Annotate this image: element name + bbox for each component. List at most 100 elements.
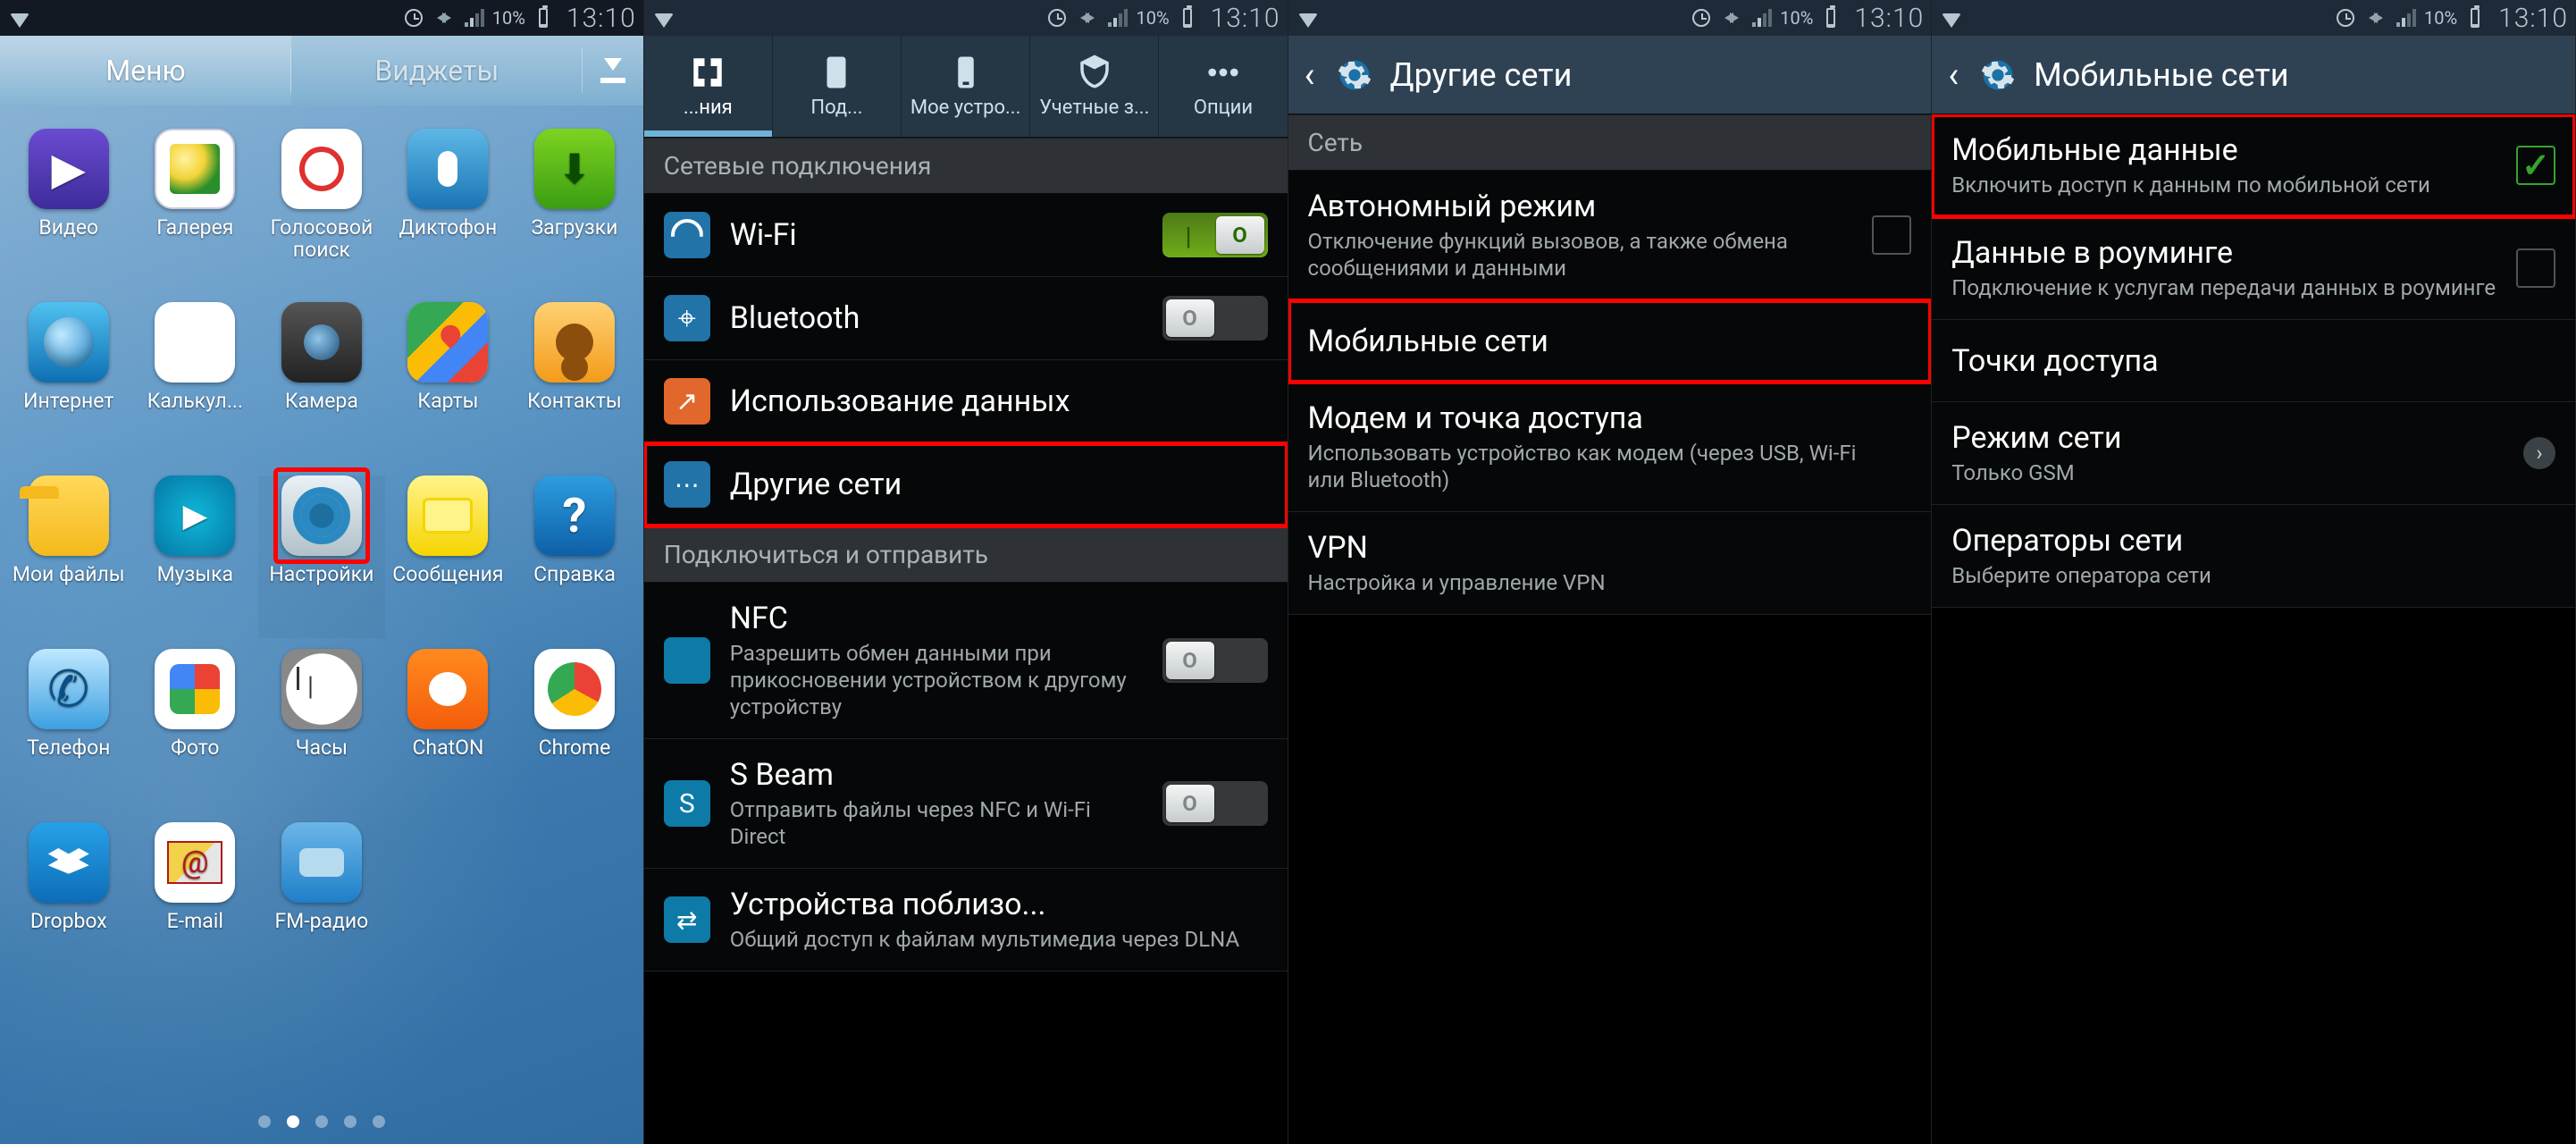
- app-chaton[interactable]: ChatON: [385, 649, 512, 812]
- bluetooth-icon: ⌖: [664, 295, 710, 341]
- settings-list[interactable]: Мобильные данныеВключить доступ к данным…: [1932, 114, 2575, 1144]
- toggle[interactable]: [1162, 296, 1268, 341]
- row-nearby[interactable]: Устройства поблизо...Общий доступ к файл…: [644, 869, 1288, 972]
- app-gallery[interactable]: Галерея: [132, 129, 259, 291]
- voice-search-icon: [281, 129, 362, 209]
- row-more-networks[interactable]: ⋯Другие сети: [644, 443, 1288, 526]
- row-subtitle: Отправить файлы через NFC и Wi-Fi Direct: [730, 796, 1143, 850]
- app-voice-search[interactable]: Голосовой поиск: [258, 129, 385, 291]
- row-title: Модем и точка доступа: [1308, 400, 1892, 436]
- alarm-icon: [2333, 5, 2358, 30]
- row-title: VPN: [1308, 530, 1892, 566]
- row-operators[interactable]: Операторы сетиВыберите оператора сети: [1932, 505, 2575, 608]
- battery-pct: 10%: [1780, 7, 1813, 29]
- tab-label: ...ния: [684, 97, 733, 119]
- app-fm-radio[interactable]: FM-радио: [258, 822, 385, 985]
- clock: 13:10: [1211, 3, 1280, 34]
- tab-downloads-shortcut[interactable]: [583, 36, 643, 105]
- settings-tab-my-device[interactable]: Мое устро...: [902, 36, 1030, 137]
- download-icon: [597, 55, 629, 87]
- row-title: Другие сети: [730, 467, 1248, 502]
- signal-icon: [462, 5, 487, 30]
- settings-tab-connections[interactable]: ...ния: [644, 36, 773, 137]
- row-bluetooth[interactable]: ⌖Bluetooth: [644, 277, 1288, 360]
- screen-app-drawer: 10% 13:10 Меню Виджеты ВидеоГалереяГолос…: [0, 0, 644, 1144]
- s-beam-icon: [664, 780, 710, 827]
- app-settings[interactable]: Настройки: [258, 475, 385, 638]
- back-icon[interactable]: ‹: [1305, 54, 1319, 96]
- internet-icon: [29, 302, 109, 383]
- alarm-icon: [401, 5, 426, 30]
- app-camera[interactable]: Камера: [258, 302, 385, 465]
- app-label: Галерея: [156, 216, 233, 256]
- app-messages[interactable]: Сообщения: [385, 475, 512, 638]
- row-subtitle: Общий доступ к файлам мультимедиа через …: [730, 926, 1248, 953]
- tab-label: Учетные з...: [1039, 97, 1149, 119]
- checkbox[interactable]: [2516, 146, 2555, 185]
- app-music[interactable]: Музыка: [132, 475, 259, 638]
- app-label: Загрузки: [532, 216, 618, 256]
- screen-settings-root: 10% 13:10 ...ния Под...Мое устро... Учетны…: [644, 0, 1288, 1144]
- row-tethering[interactable]: Модем и точка доступа Использовать устрой…: [1288, 383, 1932, 512]
- row-vpn[interactable]: VPN Настройка и управление VPN: [1288, 512, 1932, 615]
- row-subtitle: Подключение к услугам передачи данных в …: [1951, 274, 2496, 301]
- settings-list[interactable]: Сетевые подключения Wi-Fi⌖Bluetooth Испол…: [644, 138, 1288, 1144]
- row-mobile-data[interactable]: Мобильные данныеВключить доступ к данным…: [1932, 114, 2575, 217]
- section-network: Сетевые подключения: [644, 138, 1288, 194]
- row-airplane-mode[interactable]: Автономный режимОтключение функций вызов…: [1288, 171, 1932, 300]
- app-calculator[interactable]: Калькул...: [132, 302, 259, 465]
- gear-icon: [1331, 52, 1378, 98]
- alarm-icon: [1689, 5, 1714, 30]
- wifi-icon: [1296, 5, 1321, 30]
- toggle[interactable]: [1162, 213, 1268, 257]
- app-internet[interactable]: Интернет: [5, 302, 132, 465]
- row-subtitle: Использовать устройство как модем (через…: [1308, 440, 1892, 493]
- app-photos[interactable]: Фото: [132, 649, 259, 812]
- app-dropbox[interactable]: Dropbox: [5, 822, 132, 985]
- app-downloads[interactable]: Загрузки: [511, 129, 638, 291]
- settings-list[interactable]: Сеть Автономный режимОтключение функций …: [1288, 114, 1932, 1144]
- row-apn[interactable]: Точки доступа: [1932, 320, 2575, 402]
- settings-tab-device[interactable]: Под...: [773, 36, 902, 137]
- app-video[interactable]: Видео: [5, 129, 132, 291]
- app-label: E-mail: [167, 910, 223, 949]
- checkbox[interactable]: [2516, 248, 2555, 288]
- row-title: Использование данных: [730, 383, 1248, 419]
- row-mobile-networks[interactable]: Мобильные сети: [1288, 300, 1932, 383]
- app-email[interactable]: E-mail: [132, 822, 259, 985]
- screen-mobile-networks: 10% 13:10 ‹ Мобильные сети Мобильные дан…: [1932, 0, 2576, 1144]
- chevron-right-icon: ›: [2523, 437, 2555, 469]
- row-subtitle: Настройка и управление VPN: [1308, 569, 1892, 596]
- app-grid: Видео Галерея Голосовой поискДиктофон Загру…: [0, 105, 643, 1099]
- back-icon[interactable]: ‹: [1948, 54, 1962, 96]
- settings-tab-options[interactable]: Опции: [1159, 36, 1287, 137]
- row-wifi[interactable]: Wi-Fi: [644, 194, 1288, 277]
- status-bar: 10% 13:10: [644, 0, 1288, 36]
- row-s-beam[interactable]: S BeamОтправить файлы через NFC и Wi-Fi …: [644, 739, 1288, 869]
- row-title: Данные в роуминге: [1951, 235, 2496, 271]
- app-clock[interactable]: Часы: [258, 649, 385, 812]
- sync-icon: [432, 5, 457, 30]
- toggle[interactable]: [1162, 781, 1268, 826]
- app-chrome[interactable]: Chrome: [511, 649, 638, 812]
- settings-tab-accounts[interactable]: Учетные з...: [1030, 36, 1159, 137]
- row-data-usage[interactable]: Использование данных: [644, 360, 1288, 443]
- app-maps[interactable]: Карты: [385, 302, 512, 465]
- tab-menu[interactable]: Меню: [0, 36, 291, 105]
- row-nfc[interactable]: NFCРазрешить обмен данными при прикоснов…: [644, 583, 1288, 739]
- app-help[interactable]: Справка: [511, 475, 638, 638]
- music-icon: [155, 475, 235, 556]
- app-contacts[interactable]: Контакты: [511, 302, 638, 465]
- settings-icon: [281, 475, 362, 556]
- tab-label: Опции: [1194, 97, 1253, 119]
- checkbox[interactable]: [1872, 215, 1911, 255]
- row-network-mode[interactable]: Режим сетиТолько GSM›: [1932, 402, 2575, 505]
- tab-widgets[interactable]: Виджеты: [291, 36, 583, 105]
- screen-more-networks: 10% 13:10 ‹ Другие сети Сеть Автономный …: [1288, 0, 1933, 1144]
- row-title: Автономный режим: [1308, 189, 1853, 224]
- app-phone[interactable]: Телефон: [5, 649, 132, 812]
- row-data-roaming[interactable]: Данные в роуминге Подключение к услугам п…: [1932, 217, 2575, 320]
- toggle[interactable]: [1162, 638, 1268, 683]
- app-my-files[interactable]: Мои файлы: [5, 475, 132, 638]
- app-recorder[interactable]: Диктофон: [385, 129, 512, 291]
